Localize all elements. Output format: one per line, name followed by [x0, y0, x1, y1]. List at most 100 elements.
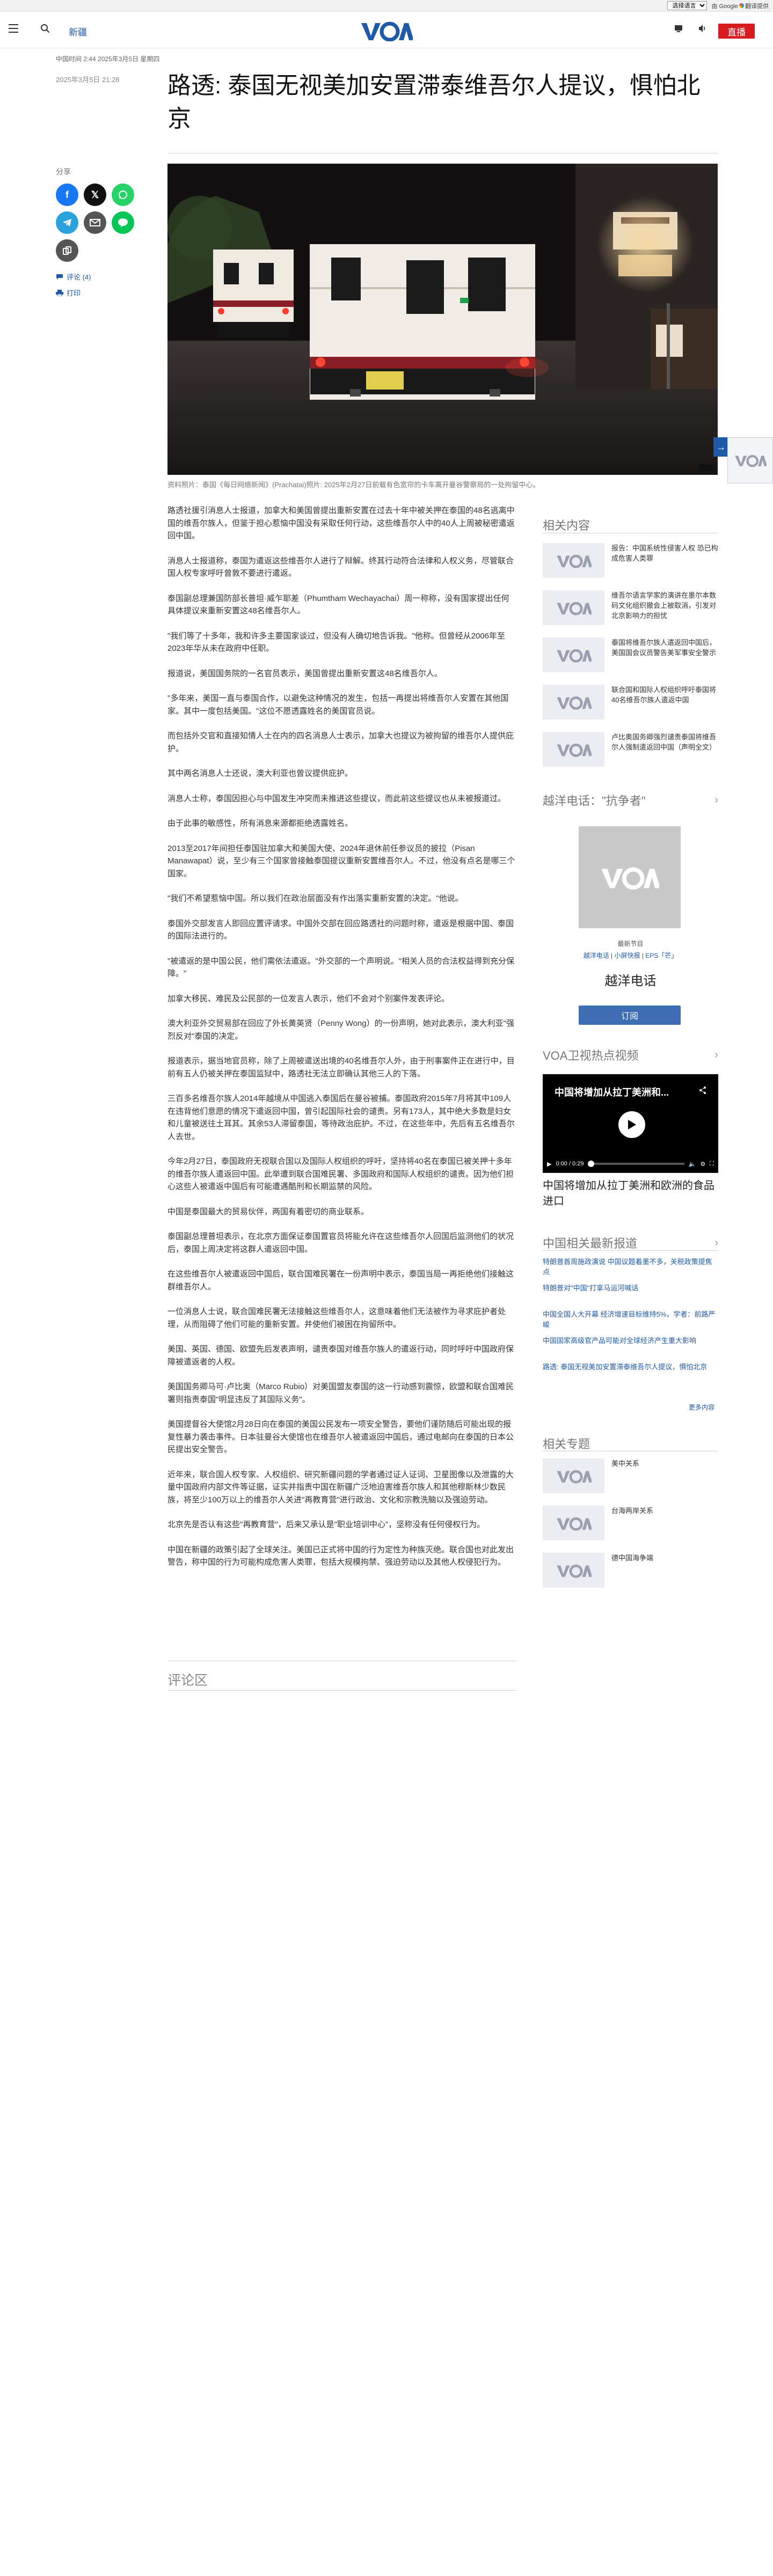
nav-xinjiang-link[interactable]: 新疆 — [69, 25, 87, 38]
video-player[interactable]: 中国将增加从拉丁美洲和... ▶ 0:00 / 0:29 🔈 ⚙ ⛶ — [543, 1074, 718, 1173]
article-paragraph: 加拿大移民、难民及公民部的一位发言人表示，他们不会对个别案件发表评论。 — [167, 994, 450, 1003]
article-paragraph: 今年2月27日，泰国政府无视联合国以及国际人权组织的呼吁，坚持将40名在泰国已被… — [167, 1157, 514, 1191]
email-icon — [90, 219, 100, 226]
news-link[interactable]: 中国国家高级官产品可能对全球经济产生重大影响 — [543, 1335, 718, 1346]
list-item[interactable]: 维吾尔语言学家的演讲在墨尔本数码文化组织撤会上被取消，引发对北京影响力的担忧 — [543, 590, 718, 625]
podcast-artwork[interactable] — [579, 826, 681, 928]
fullscreen-icon[interactable]: ⛶ — [710, 1161, 714, 1168]
whatsapp-icon — [119, 190, 127, 199]
breadcrumb: 中国时间 2:44 2025年3月5日 星期四 — [56, 55, 160, 63]
divider — [543, 1250, 718, 1251]
settings-icon[interactable]: ⚙ — [700, 1161, 705, 1168]
divider — [167, 1690, 516, 1691]
tv-icon[interactable] — [674, 25, 683, 32]
article-paragraph: "我们不希望惹恼中国。所以我们在政治层面没有作出落实重新安置的决定。"他说。 — [167, 894, 463, 903]
article-body: 路透社援引消息人士报道，加拿大和美国曾提出重新安置在过去十年中被关押在泰国的48… — [167, 504, 516, 1581]
video-progress-bar[interactable] — [588, 1161, 684, 1167]
volume-icon[interactable]: 🔈 — [689, 1161, 696, 1168]
article-paragraph: 泰国外交部发言人即回应置评请求。中国外交部在回应路透社的问题时称，遣返是根据中国… — [167, 919, 514, 941]
google-translate-credit[interactable]: 由 Google 翻译提供 — [711, 2, 769, 10]
news-link[interactable]: 特朗普对"中国"打拿马运河喊话 — [543, 1283, 718, 1293]
article-paragraph: "我们等了十多年，我和许多主要国家谈过，但没有人确切地告诉我。"他称。但曾经从2… — [167, 631, 506, 654]
article-paragraph: 消息人士称，泰国因担心与中国发生冲突而未推进这些提议，而此前这些提议也从未被报道… — [167, 794, 506, 803]
share-label: 分享 — [56, 167, 71, 176]
news-link[interactable]: 路透: 泰国无视美加安置滞泰维吾尔人提议，惧怕北京 — [543, 1362, 718, 1372]
related-content-heading: 相关内容 — [543, 519, 590, 532]
floating-voa-card[interactable] — [727, 437, 773, 483]
language-select[interactable]: 选择语言 — [667, 1, 708, 10]
list-item[interactable]: 美中关系 — [543, 1458, 718, 1493]
thumbnail-voa-logo-icon — [543, 732, 604, 767]
video-section-heading[interactable]: VOA卫视热点视频 › — [543, 1046, 718, 1063]
article-paragraph: 北京先是否认有这些"再教育营"，后来又承认是"职业培训中心"，坚称没有任何侵权行… — [167, 1520, 485, 1529]
article-paragraph: 美国国务卿马可·卢比奥（Marco Rubio）对美国盟友泰国的这一行动感到震惊… — [167, 1382, 514, 1404]
comments-link[interactable]: 评论 (4) — [56, 271, 91, 282]
video-overlay-title: 中国将增加从拉丁美洲和... — [555, 1087, 669, 1098]
topics-heading: 相关专题 — [543, 1437, 590, 1451]
article-paragraph: 中国在新疆的政策引起了全球关注。美国已正式将中国的行为定性为种族灭绝。联合国也对… — [167, 1545, 514, 1567]
copy-link-button[interactable] — [56, 239, 78, 262]
play-icon — [628, 1120, 636, 1129]
list-item[interactable]: 德中国海争端 — [543, 1553, 718, 1588]
line-icon — [118, 218, 128, 227]
list-item[interactable]: 联合国和国际人权组织呼吁泰国将40名维吾尔族人遣返中国 — [543, 685, 718, 720]
share-icon[interactable] — [698, 1086, 707, 1095]
article-paragraph: 美国提督谷大使馆2月28日向在泰国的美国公民发布一项安全警告，要他们谨防随后可能… — [167, 1420, 514, 1454]
podcast-sub-links[interactable]: 越洋电话 | 小屏快报 | EPS「芒」 — [543, 951, 718, 960]
play-icon[interactable]: ▶ — [547, 1161, 551, 1168]
publish-date: 2025年3月5日 21:28 — [56, 76, 120, 84]
list-item[interactable]: 卢比奥国务卿强烈谴责泰国将维吾尔人强制遣返回中国（声明全文） — [543, 732, 718, 767]
list-item-title: 报告：中国系统性侵害人权 恐已构成危害人类罪 — [611, 544, 718, 562]
list-item[interactable]: 泰国将维吾尔族人遣返回中国后，美国国会议员警告美军事安全警示 — [543, 637, 718, 672]
line-share-button[interactable] — [112, 211, 134, 234]
article-paragraph: 美国、英国、德国、欧盟先后发表声明，谴责泰国对维吾尔族人的遣返行动，同时呼吁中国… — [167, 1345, 514, 1367]
search-icon[interactable] — [40, 24, 50, 33]
thumbnail-voa-logo-icon — [543, 543, 604, 578]
voa-logo[interactable] — [360, 20, 413, 41]
link-icon — [63, 246, 71, 255]
list-item-title: 泰国将维吾尔族人遣返回中国后，美国国会议员警告美军事安全警示 — [611, 639, 717, 657]
hero-image[interactable] — [167, 164, 718, 475]
video-time: 0:00 / 0:29 — [556, 1161, 584, 1167]
article-paragraph: 其中两名消息人士还说，澳大利亚也曾议提供庇护。 — [167, 769, 353, 778]
play-button[interactable] — [618, 1111, 645, 1138]
article-paragraph: "多年来，美国一直与泰国合作，以避免这种情况的发生，包括一再提出将维吾尔人安置在… — [167, 694, 509, 716]
google-icon — [739, 3, 744, 8]
subscribe-button[interactable]: 订阅 — [579, 1006, 681, 1025]
page-title: 路透: 泰国无视美加安置滞泰维吾尔人提议，惧怕北京 — [167, 72, 701, 132]
telegram-share-button[interactable] — [56, 211, 78, 234]
thumbnail-voa-logo-icon — [543, 590, 604, 625]
article-paragraph: "被遣返的是中国公民，他们需依法遣返。"外交部的一个声明说。"相关人员的合法权益… — [167, 956, 514, 979]
next-arrow-icon[interactable]: → — [713, 437, 728, 457]
facebook-share-button[interactable]: f — [56, 184, 78, 206]
print-link[interactable]: 打印 — [56, 288, 81, 298]
chevron-right-icon: › — [714, 794, 718, 806]
article-paragraph: 泰国副总理普坦表示，在北京方面保证泰国置官员将能允许在这些维吾尔人回国后监测他们… — [167, 1232, 514, 1254]
video-controls: ▶ 0:00 / 0:29 🔈 ⚙ ⛶ — [543, 1155, 718, 1173]
list-item[interactable]: 台海两岸关系 — [543, 1506, 718, 1540]
article-paragraph: 泰国副总理兼国防部长普坦·威乍耶差（Phumtham Wechayachai）周… — [167, 593, 509, 616]
live-button[interactable]: 直播 — [718, 24, 755, 39]
more-content-link[interactable]: 更多内容 — [689, 1403, 714, 1412]
list-item[interactable]: 报告：中国系统性侵害人权 恐已构成危害人类罪 — [543, 543, 718, 578]
article-paragraph: 由于此事的敏感性，所有消息来源都拒绝透露姓名。 — [167, 819, 353, 828]
podcast-name: 越洋电话 — [604, 974, 657, 988]
comment-icon — [56, 274, 63, 280]
translate-bar: 选择语言 由 Google 翻译提供 — [0, 0, 773, 12]
list-item-title: 卢比奥国务卿强烈谴责泰国将维吾尔人强制遣返回中国（声明全文） — [611, 733, 717, 751]
news-link[interactable]: 中国全国人大开幕 经济增速目标维持5%，学者：前路严峻 — [543, 1309, 718, 1330]
list-item-title: 美中关系 — [611, 1459, 640, 1467]
news-link[interactable]: 特朗普首周施政演说 中国议题着墨不多，关税政策提焦点 — [543, 1257, 718, 1277]
podcast-heading[interactable]: 越洋电话："抗争者" › — [543, 791, 718, 809]
article-paragraph: 消息人士报道称，泰国为遣返这些维吾尔人进行了辩解。终其行动符合法律和人权义务，尽… — [167, 556, 514, 578]
chevron-right-icon: › — [714, 1048, 718, 1061]
audio-icon[interactable] — [698, 24, 706, 33]
whatsapp-share-button[interactable] — [112, 184, 134, 206]
china-news-heading[interactable]: 中国相关最新报道 › — [543, 1234, 718, 1251]
email-share-button[interactable] — [84, 211, 106, 234]
video-title[interactable]: 中国将增加从拉丁美洲和欧洲的食品进口 — [543, 1178, 718, 1209]
article-paragraph: 2013至2017年间担任泰国驻加拿大和美国大使、2024年退休前任参议员的披拉… — [167, 843, 515, 878]
x-share-button[interactable]: 𝕏 — [84, 184, 106, 206]
article-paragraph: 中国是泰国最大的贸易伙伴，两国有着密切的商业联系。 — [167, 1207, 369, 1216]
menu-icon[interactable] — [9, 24, 18, 33]
